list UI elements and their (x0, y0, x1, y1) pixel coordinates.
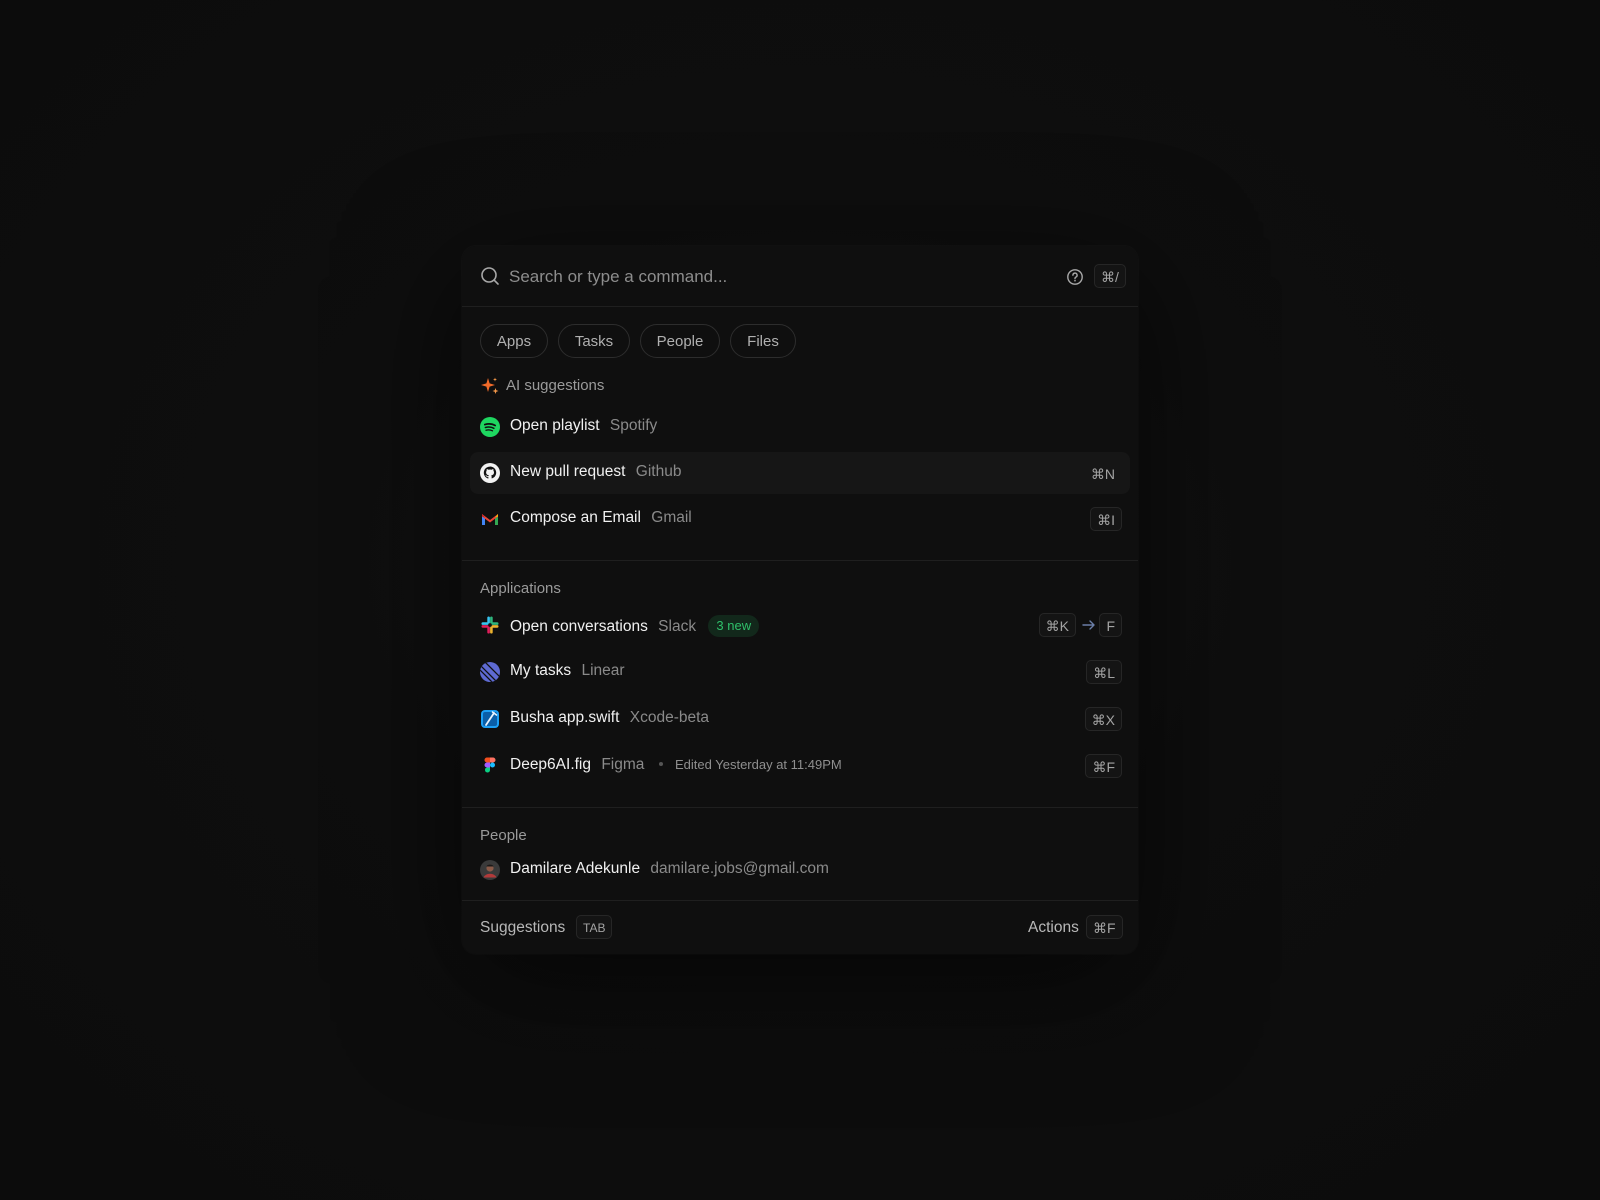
arrow-right-icon (1082, 620, 1095, 630)
item-app-name: Figma (601, 756, 645, 773)
help-shortcut-key: ⌘/ (1094, 264, 1126, 288)
item-title: My tasks (510, 662, 572, 679)
list-item-new-pull-request[interactable]: New pull request Github ⌘N (470, 452, 1130, 494)
list-item-my-tasks[interactable]: My tasks Linear ⌘L (470, 651, 1130, 693)
suggestions-label[interactable]: Suggestions (480, 919, 565, 937)
edited-timestamp: Edited Yesterday at 11:49PM (675, 757, 842, 772)
item-app-name: Slack (658, 618, 697, 635)
item-app-name: Gmail (651, 509, 692, 526)
list-item-open-playlist[interactable]: Open playlist Spotify (470, 406, 1130, 448)
help-icon[interactable] (1066, 268, 1084, 286)
item-title: New pull request (510, 463, 626, 480)
actions-shortcut-key: ⌘F (1086, 915, 1123, 939)
person-name: Damilare Adekunle (510, 860, 641, 877)
item-title: Busha app.swift (510, 709, 620, 726)
spotify-icon (480, 417, 500, 437)
person-email: damilare.jobs@gmail.com (650, 860, 829, 877)
search-input[interactable] (507, 264, 1031, 290)
figma-icon (484, 757, 496, 773)
item-app-name: Linear (581, 662, 625, 679)
actions-label[interactable]: Actions (1028, 919, 1079, 937)
shortcut-key: ⌘F (1085, 754, 1122, 778)
shortcut-key: ⌘I (1090, 507, 1122, 531)
item-title: Open conversations (510, 618, 648, 635)
shortcut-key: ⌘L (1086, 660, 1122, 684)
shortcut-then-key: F (1099, 613, 1122, 637)
filter-apps-chip[interactable]: Apps (480, 324, 548, 358)
tab-key: TAB (576, 915, 613, 939)
item-title: Open playlist (510, 417, 600, 434)
linear-icon (480, 662, 500, 682)
item-app-name: Github (635, 463, 682, 480)
applications-heading: Applications (480, 580, 561, 597)
filter-people-chip[interactable]: People (640, 324, 720, 358)
shortcut-key: ⌘N (1090, 466, 1115, 482)
separator-dot (658, 762, 663, 766)
github-icon (480, 463, 500, 483)
list-item-deep6ai-fig[interactable]: Deep6AI.fig Figma Edited Yesterday at 11… (470, 745, 1130, 787)
list-item-compose-email[interactable]: Compose an Email Gmail ⌘I (470, 498, 1130, 540)
filter-files-chip[interactable]: Files (730, 324, 796, 358)
sparkle-icon (481, 377, 499, 394)
slack-icon (481, 616, 499, 634)
search-icon (481, 267, 499, 285)
xcode-icon (481, 710, 499, 728)
list-item-busha-app-swift[interactable]: Busha app.swift Xcode-beta ⌘X (470, 698, 1130, 740)
avatar (480, 860, 500, 880)
divider (462, 807, 1138, 808)
shortcut-key: ⌘X (1084, 707, 1122, 731)
item-title: Deep6AI.fig (510, 756, 591, 773)
list-item-person[interactable]: Damilare Adekunle damilare.jobs@gmail.co… (470, 849, 1130, 891)
ai-suggestions-heading: AI suggestions (506, 377, 605, 394)
divider (462, 560, 1138, 561)
gmail-icon (482, 514, 498, 525)
item-title: Compose an Email (510, 509, 641, 526)
command-palette: ⌘/ Apps Tasks People Files AI suggestion… (462, 246, 1138, 954)
item-app-name: Xcode-beta (629, 709, 710, 726)
shortcut-key: ⌘K (1038, 613, 1076, 637)
item-app-name: Spotify (609, 417, 658, 434)
list-item-open-conversations[interactable]: Open conversations Slack 3 new ⌘K F (470, 604, 1130, 646)
search-bar: ⌘/ (462, 246, 1138, 307)
palette-footer: Suggestions TAB Actions ⌘F (462, 900, 1138, 954)
filter-tasks-chip[interactable]: Tasks (558, 324, 630, 358)
people-heading: People (480, 827, 527, 844)
new-count-badge: 3 new (708, 615, 760, 637)
